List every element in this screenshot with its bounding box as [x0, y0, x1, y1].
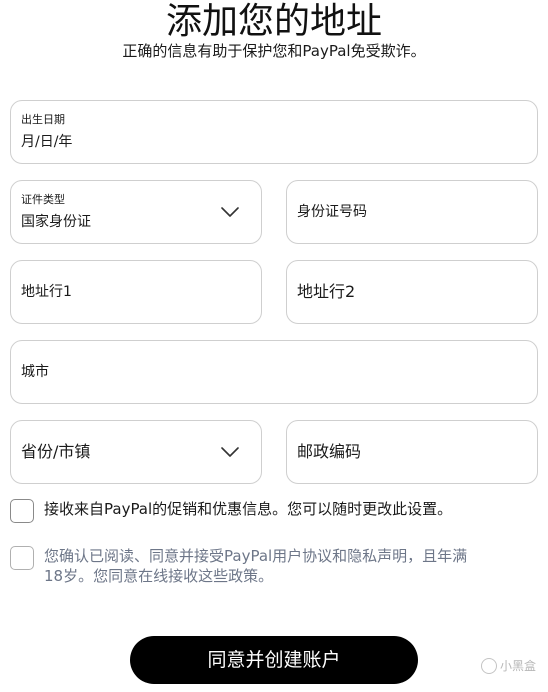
dob-field[interactable]: 出生日期 月/日/年	[10, 100, 538, 164]
terms-consent-row: 您确认已阅读、同意并接受PayPal用户协议和隐私声明，且年满 18岁。您同意在…	[10, 546, 467, 586]
id-number-field[interactable]: 身份证号码	[286, 180, 538, 244]
address-line2-placeholder: 地址行2	[297, 282, 356, 301]
address-line1-placeholder: 地址行1	[21, 284, 72, 300]
postcode-placeholder: 邮政编码	[297, 442, 362, 461]
page-title: 添加您的地址	[165, 1, 382, 42]
dob-value: 月/日/年	[21, 134, 73, 150]
postcode-field[interactable]: 邮政编码	[286, 420, 538, 484]
terms-consent-text: 您确认已阅读、同意并接受PayPal用户协议和隐私声明，且年满 18岁。您同意在…	[44, 546, 467, 586]
id-number-placeholder: 身份证号码	[297, 204, 367, 220]
promo-consent-text: 接收来自PayPal的促销和优惠信息。您可以随时更改此设置。	[44, 500, 453, 518]
circle-icon	[480, 657, 497, 674]
address-line1-field[interactable]: 地址行1	[10, 260, 262, 324]
dob-label: 出生日期	[21, 113, 65, 126]
terms-consent-line1: 您确认已阅读、同意并接受PayPal用户协议和隐私声明，且年满	[44, 547, 468, 565]
chevron-down-icon	[221, 207, 239, 217]
id-type-select[interactable]: 证件类型 国家身份证	[10, 180, 262, 244]
promo-consent-row: 接收来自PayPal的促销和优惠信息。您可以随时更改此设置。	[10, 499, 452, 523]
city-field[interactable]: 城市	[10, 340, 538, 404]
id-type-label: 证件类型	[21, 193, 65, 206]
address-line2-field[interactable]: 地址行2	[286, 260, 538, 324]
promo-checkbox[interactable]	[10, 499, 34, 523]
terms-checkbox[interactable]	[10, 546, 34, 570]
state-select[interactable]: 省份/市镇	[10, 420, 262, 484]
city-placeholder: 城市	[21, 364, 49, 380]
terms-consent-line2: 18岁。您同意在线接收这些政策。	[44, 567, 274, 585]
agree-create-account-button[interactable]: 同意并创建账户	[130, 636, 418, 684]
chevron-down-icon	[221, 447, 239, 457]
watermark: 小黑盒	[480, 657, 536, 674]
page-subtitle: 正确的信息有助于保护您和PayPal免受欺诈。	[122, 42, 426, 60]
id-type-value: 国家身份证	[21, 214, 91, 230]
state-placeholder: 省份/市镇	[21, 442, 91, 461]
watermark-text: 小黑盒	[499, 659, 536, 673]
